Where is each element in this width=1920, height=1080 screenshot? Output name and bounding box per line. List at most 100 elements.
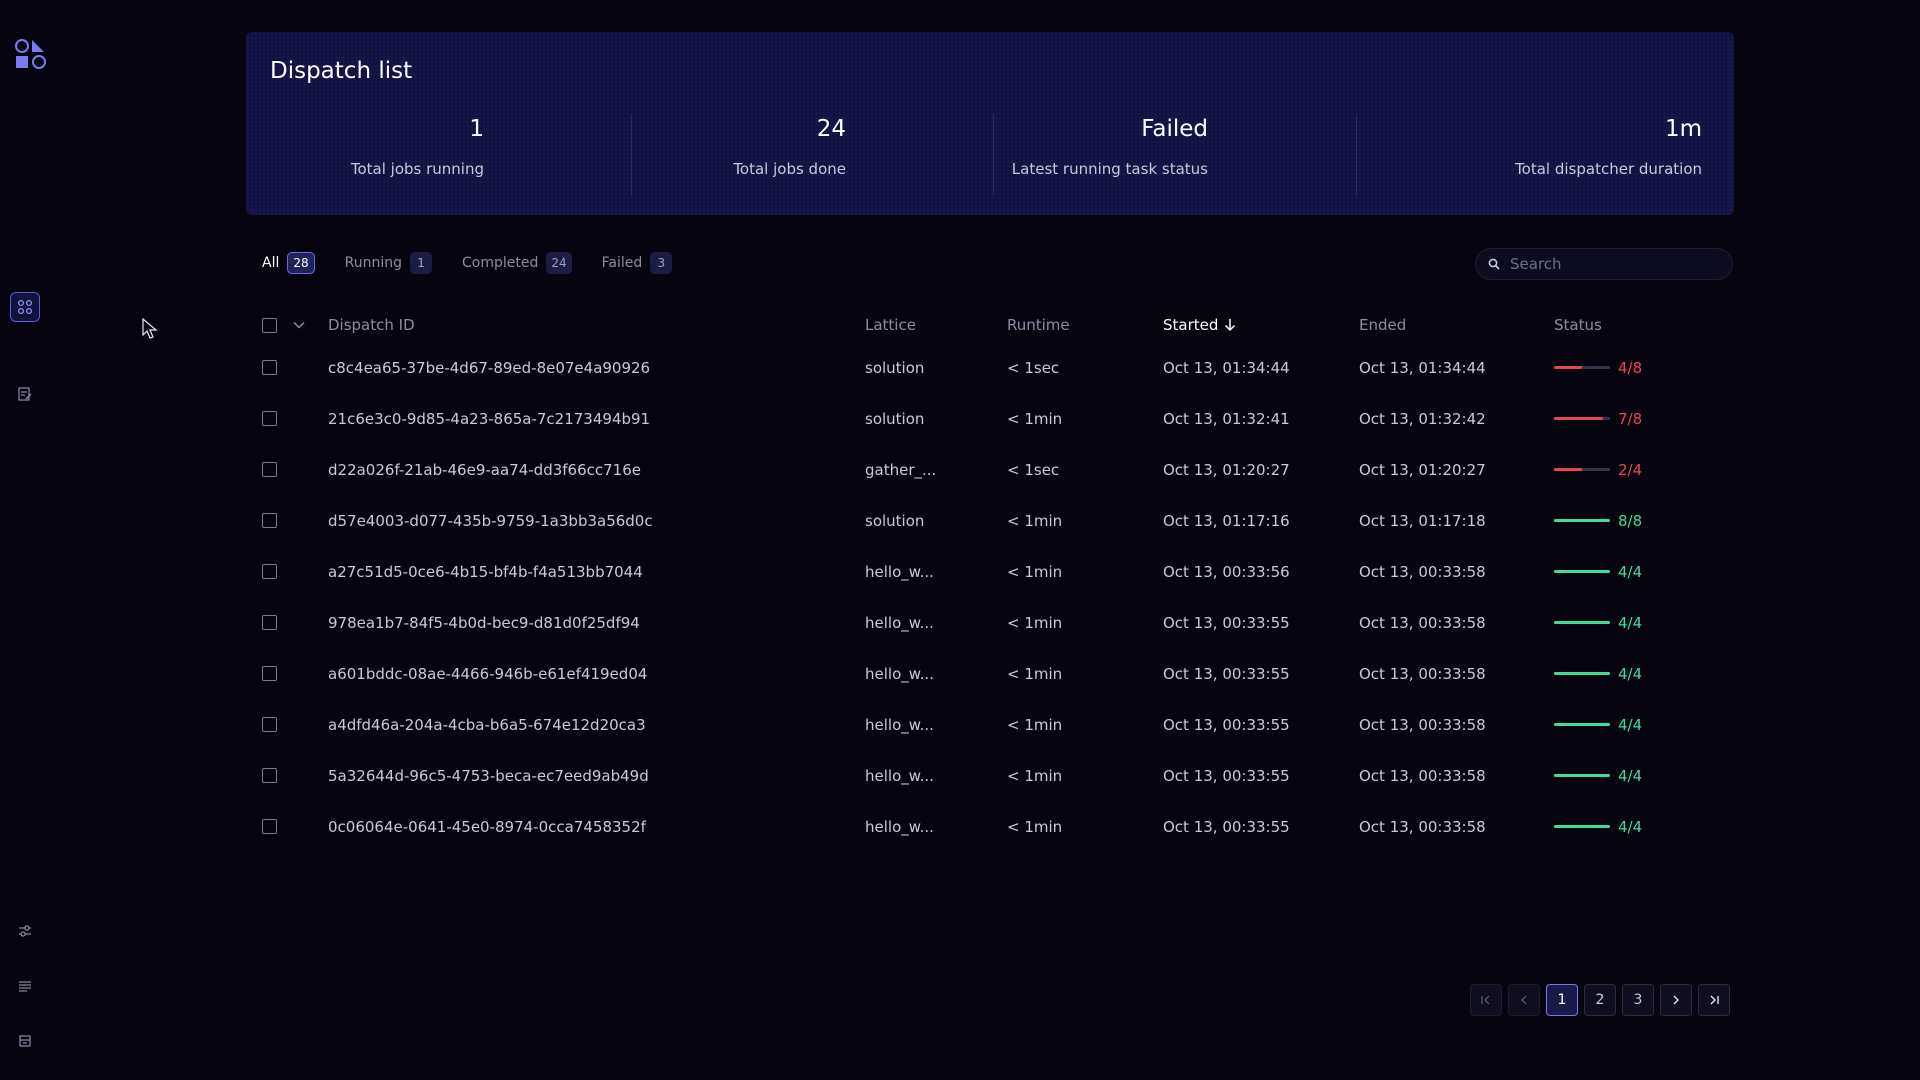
- status-count: 2/4: [1618, 460, 1643, 479]
- status-progress-bar: [1554, 825, 1610, 828]
- status-progress-bar: [1554, 417, 1610, 420]
- dispatch-id[interactable]: a4dfd46a-204a-4cba-b6a5-674e12d20ca3: [328, 699, 646, 750]
- status-cell: 4/4: [1554, 699, 1642, 750]
- status-cell: 4/4: [1554, 648, 1642, 699]
- tab-failed[interactable]: Failed 3: [602, 252, 673, 274]
- status-count: 7/8: [1618, 409, 1643, 428]
- dispatch-id[interactable]: d57e4003-d077-435b-9759-1a3bb3a56d0c: [328, 495, 653, 546]
- table-row[interactable]: a27c51d5-0ce6-4b15-bf4b-f4a513bb7044 hell…: [262, 546, 1734, 597]
- status-count: 4/4: [1618, 766, 1643, 785]
- column-header-status[interactable]: Status: [1554, 308, 1602, 342]
- nav-settings[interactable]: [10, 916, 40, 946]
- ended-time: Oct 13, 01:34:44: [1359, 358, 1486, 377]
- last-page-icon: [1710, 995, 1719, 1005]
- nav-lattice-editor[interactable]: [10, 379, 40, 409]
- table-row[interactable]: c8c4ea65-37be-4d67-89ed-8e07e4a90926 solu…: [262, 342, 1734, 393]
- dispatch-id[interactable]: c8c4ea65-37be-4d67-89ed-8e07e4a90926: [328, 342, 650, 393]
- tab-all[interactable]: All 28: [262, 252, 315, 274]
- row-checkbox[interactable]: [262, 411, 277, 426]
- stat-label: Total jobs running: [350, 160, 484, 178]
- runtime: < 1min: [1007, 409, 1063, 428]
- runtime: < 1min: [1007, 715, 1063, 734]
- table-row[interactable]: 0c06064e-0641-45e0-8974-0cca7458352f hell…: [262, 801, 1734, 852]
- ended-time: Oct 13, 00:33:58: [1359, 562, 1486, 581]
- status-progress-bar: [1554, 366, 1610, 369]
- runtime: < 1min: [1007, 766, 1063, 785]
- ended-time: Oct 13, 00:33:58: [1359, 613, 1486, 632]
- table-row[interactable]: d57e4003-d077-435b-9759-1a3bb3a56d0c solu…: [262, 495, 1734, 546]
- row-checkbox[interactable]: [262, 564, 277, 579]
- lattice-name: hello_w...: [865, 766, 934, 785]
- tab-completed[interactable]: Completed 24: [462, 252, 572, 274]
- dispatch-id[interactable]: a27c51d5-0ce6-4b15-bf4b-f4a513bb7044: [328, 546, 643, 597]
- status-count: 4/4: [1618, 715, 1643, 734]
- select-all-checkbox[interactable]: [262, 317, 277, 333]
- status-count: 4/4: [1618, 562, 1643, 581]
- status-cell: 4/8: [1554, 342, 1642, 393]
- dispatch-id[interactable]: 978ea1b7-84f5-4b0d-bec9-d81d0f25df94: [328, 597, 640, 648]
- last-page-button[interactable]: [1698, 984, 1730, 1016]
- nav-dispatch-list[interactable]: [10, 292, 40, 322]
- status-progress-fill: [1554, 621, 1610, 624]
- row-checkbox[interactable]: [262, 513, 277, 528]
- row-checkbox-cell: [262, 750, 277, 801]
- row-checkbox-cell: [262, 444, 277, 495]
- stat-value: 24: [816, 116, 846, 142]
- table-body: c8c4ea65-37be-4d67-89ed-8e07e4a90926 solu…: [262, 342, 1734, 852]
- column-header-started[interactable]: Started: [1163, 308, 1236, 342]
- dispatch-summary-card: Dispatch list 1 Total jobs running 24 To…: [246, 32, 1734, 215]
- chevron-down-icon[interactable]: [293, 321, 305, 329]
- row-checkbox-cell: [262, 699, 277, 750]
- column-header-ended[interactable]: Ended: [1359, 308, 1406, 342]
- table-row[interactable]: a4dfd46a-204a-4cba-b6a5-674e12d20ca3 hell…: [262, 699, 1734, 750]
- row-checkbox[interactable]: [262, 666, 277, 681]
- first-page-button[interactable]: [1470, 984, 1502, 1016]
- stat-dispatcher-duration: 1m Total dispatcher duration: [1332, 116, 1734, 196]
- table-row[interactable]: d22a026f-21ab-46e9-aa74-dd3f66cc716e gath…: [262, 444, 1734, 495]
- previous-page-button[interactable]: [1508, 984, 1540, 1016]
- stat-label: Total jobs done: [733, 160, 846, 178]
- page-button-1[interactable]: 1: [1546, 984, 1578, 1016]
- logo-icon[interactable]: [14, 38, 48, 72]
- stat-value: 1: [469, 116, 484, 142]
- nav-queue[interactable]: [10, 1026, 40, 1056]
- table-row[interactable]: 21c6e3c0-9d85-4a23-865a-7c2173494b91 solu…: [262, 393, 1734, 444]
- row-checkbox[interactable]: [262, 462, 277, 477]
- row-checkbox-cell: [262, 342, 277, 393]
- next-page-button[interactable]: [1660, 984, 1692, 1016]
- row-checkbox-cell: [262, 495, 277, 546]
- tab-label: All: [262, 255, 280, 271]
- dispatch-id[interactable]: 5a32644d-96c5-4753-beca-ec7eed9ab49d: [328, 750, 649, 801]
- search-input[interactable]: [1510, 255, 1710, 273]
- status-cell: 4/4: [1554, 597, 1642, 648]
- column-header-runtime[interactable]: Runtime: [1007, 308, 1070, 342]
- status-progress-fill: [1554, 468, 1582, 471]
- dispatch-id[interactable]: 21c6e3c0-9d85-4a23-865a-7c2173494b91: [328, 393, 650, 444]
- page-button-3[interactable]: 3: [1622, 984, 1654, 1016]
- row-checkbox[interactable]: [262, 819, 277, 834]
- runtime: < 1min: [1007, 511, 1063, 530]
- status-progress-fill: [1554, 366, 1582, 369]
- table-row[interactable]: 978ea1b7-84f5-4b0d-bec9-d81d0f25df94 hell…: [262, 597, 1734, 648]
- column-header-dispatch-id[interactable]: Dispatch ID: [328, 308, 415, 342]
- dispatch-table: Dispatch ID Lattice Runtime Started Ende…: [262, 308, 1734, 852]
- dispatch-id[interactable]: a601bddc-08ae-4466-946b-e61ef419ed04: [328, 648, 647, 699]
- dispatch-id[interactable]: d22a026f-21ab-46e9-aa74-dd3f66cc716e: [328, 444, 641, 495]
- status-count: 4/4: [1618, 817, 1643, 836]
- nav-logs[interactable]: [10, 971, 40, 1001]
- row-checkbox[interactable]: [262, 360, 277, 375]
- table-row[interactable]: 5a32644d-96c5-4753-beca-ec7eed9ab49d hell…: [262, 750, 1734, 801]
- tab-running[interactable]: Running 1: [345, 252, 433, 274]
- lattice-name: hello_w...: [865, 715, 934, 734]
- status-cell: 7/8: [1554, 393, 1642, 444]
- table-row[interactable]: a601bddc-08ae-4466-946b-e61ef419ed04 hell…: [262, 648, 1734, 699]
- dispatch-id[interactable]: 0c06064e-0641-45e0-8974-0cca7458352f: [328, 801, 646, 852]
- page-button-2[interactable]: 2: [1584, 984, 1616, 1016]
- mouse-cursor-icon: [142, 318, 158, 339]
- column-header-lattice[interactable]: Lattice: [865, 308, 916, 342]
- row-checkbox[interactable]: [262, 768, 277, 783]
- row-checkbox[interactable]: [262, 615, 277, 630]
- status-progress-bar: [1554, 621, 1610, 624]
- row-checkbox[interactable]: [262, 717, 277, 732]
- started-time: Oct 13, 01:32:41: [1163, 409, 1290, 428]
